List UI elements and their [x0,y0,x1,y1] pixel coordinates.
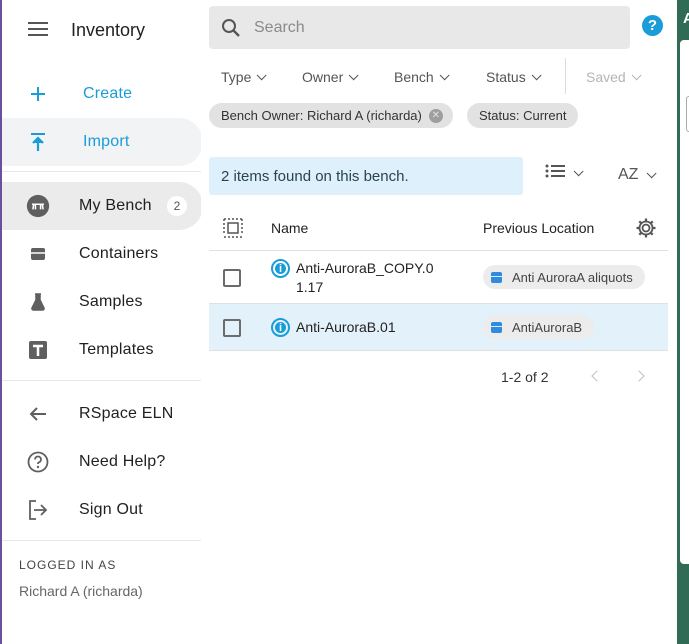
rspace-eln-link[interactable]: RSpace ELN [2,390,203,438]
location-chip[interactable]: Anti AuroraA aliquots [483,265,645,289]
location-label: AntiAuroraB [512,319,583,335]
logged-in-label: LOGGED IN AS [19,558,117,572]
sidebar-header: Inventory [2,12,203,50]
filter-bar: Type Owner Bench Status Saved [201,58,677,96]
sidebar-item-label: Samples [79,293,143,310]
import-icon [26,130,50,154]
arrow-left-icon [26,402,50,426]
table-row[interactable]: i Anti-AuroraB.01 AntiAuroraB [209,304,668,351]
info-icon[interactable]: i [271,318,290,337]
sidebar-item-label: RSpace ELN [79,405,174,422]
need-help-link[interactable]: Need Help? [2,438,203,486]
create-label: Create [83,85,133,102]
sidebar-item-label: Need Help? [79,453,166,470]
sidebar-item-my-bench[interactable]: My Bench 2 [2,182,203,230]
gear-icon[interactable] [635,217,657,244]
menu-icon[interactable] [28,22,48,38]
divider [2,171,203,172]
help-circle-icon [26,450,50,474]
divider [2,380,203,381]
row-checkbox[interactable] [223,319,241,337]
filter-label: Saved [586,69,626,85]
sidebar-item-label: Templates [79,341,154,358]
item-name-line: 1.17 [296,279,324,295]
sort-toggle[interactable]: AZ [618,166,658,184]
container-icon [491,271,502,283]
filter-label: Status [486,69,526,85]
item-name-line: Anti-AuroraB_COPY.0 [296,260,434,276]
main-panel: Search ? Type Owner Bench Status Saved B… [201,0,677,644]
list-icon [545,164,565,183]
chip-label: Bench Owner: Richard A (richarda) [221,108,422,123]
template-icon [26,338,50,362]
filter-label: Type [221,69,252,85]
plus-icon [26,82,50,106]
sidebar: Inventory Create Import My Bench 2 Conta… [0,0,203,644]
table-header: Name Previous Location [209,205,668,251]
sidebar-item-label: Containers [79,245,159,262]
app-title: Inventory [71,20,146,40]
sidebar-item-templates[interactable]: Templates [2,326,203,374]
table-row[interactable]: i Anti-AuroraB_COPY.0 1.17 Anti AuroraA … [209,251,668,304]
item-name[interactable]: Anti-AuroraB.01 [296,318,396,337]
filter-status[interactable]: Status [486,69,542,85]
filter-saved: Saved [586,69,642,85]
chevron-down-icon [631,69,642,80]
flask-icon [26,290,50,314]
filter-chip-bench-owner[interactable]: Bench Owner: Richard A (richarda) ✕ [209,103,453,128]
bench-icon [26,194,50,218]
chevron-down-icon [573,166,584,177]
search-placeholder: Search [254,19,305,36]
sidebar-item-containers[interactable]: Containers [2,230,203,278]
chevron-left-icon [591,370,603,382]
location-chip[interactable]: AntiAuroraB [483,315,595,339]
item-name[interactable]: Anti-AuroraB_COPY.0 1.17 [296,259,433,297]
column-header-previous-location[interactable]: Previous Location [483,220,594,236]
row-checkbox[interactable] [223,269,241,287]
chevron-down-icon [257,69,267,80]
sidebar-item-samples[interactable]: Samples [2,278,203,326]
results-summary: 2 items found on this bench. [209,157,523,195]
results-table: Name Previous Location i Anti-AuroraB_CO… [209,205,668,351]
create-button[interactable]: Create [2,70,203,118]
help-icon[interactable]: ? [642,15,663,36]
filter-label: Owner [302,69,344,85]
location-label: Anti AuroraA aliquots [512,269,633,285]
filter-bench[interactable]: Bench [394,69,450,85]
count-badge: 2 [167,196,187,216]
filter-owner[interactable]: Owner [302,69,359,85]
column-header-name[interactable]: Name [271,220,308,236]
sign-out-link[interactable]: Sign Out [2,486,203,534]
filter-label: Bench [394,69,434,85]
chevron-right-icon [633,370,645,382]
view-mode-toggle[interactable] [545,164,584,183]
close-icon[interactable]: ✕ [428,108,443,123]
import-button[interactable]: Import [2,118,203,166]
search-icon [221,18,241,43]
chevron-down-icon [531,69,542,80]
pagination-range: 1-2 of 2 [501,369,549,385]
logged-in-user: Richard A (richarda) [19,583,143,599]
sidebar-item-label: My Bench [79,197,152,214]
search-input[interactable]: Search [209,6,630,49]
item-name-line: Anti-AuroraB.01 [296,319,396,335]
chevron-down-icon [439,69,450,80]
divider [565,58,566,94]
chevron-down-icon [348,69,359,80]
sign-out-icon [26,498,50,522]
panel-title-fragment: A [683,10,689,27]
divider [2,540,203,541]
chip-label: Status: Current [479,108,567,123]
right-panel-edge: A [677,0,689,644]
sort-label: AZ [618,166,639,183]
select-all-icon[interactable] [223,218,243,243]
container-icon [26,242,50,266]
sidebar-item-label: Sign Out [79,501,143,518]
chevron-down-icon [647,167,658,178]
import-label: Import [83,133,130,150]
container-icon [491,321,502,333]
filter-chip-status[interactable]: Status: Current [467,103,579,128]
info-icon[interactable]: i [271,259,290,278]
filter-type[interactable]: Type [221,69,267,85]
